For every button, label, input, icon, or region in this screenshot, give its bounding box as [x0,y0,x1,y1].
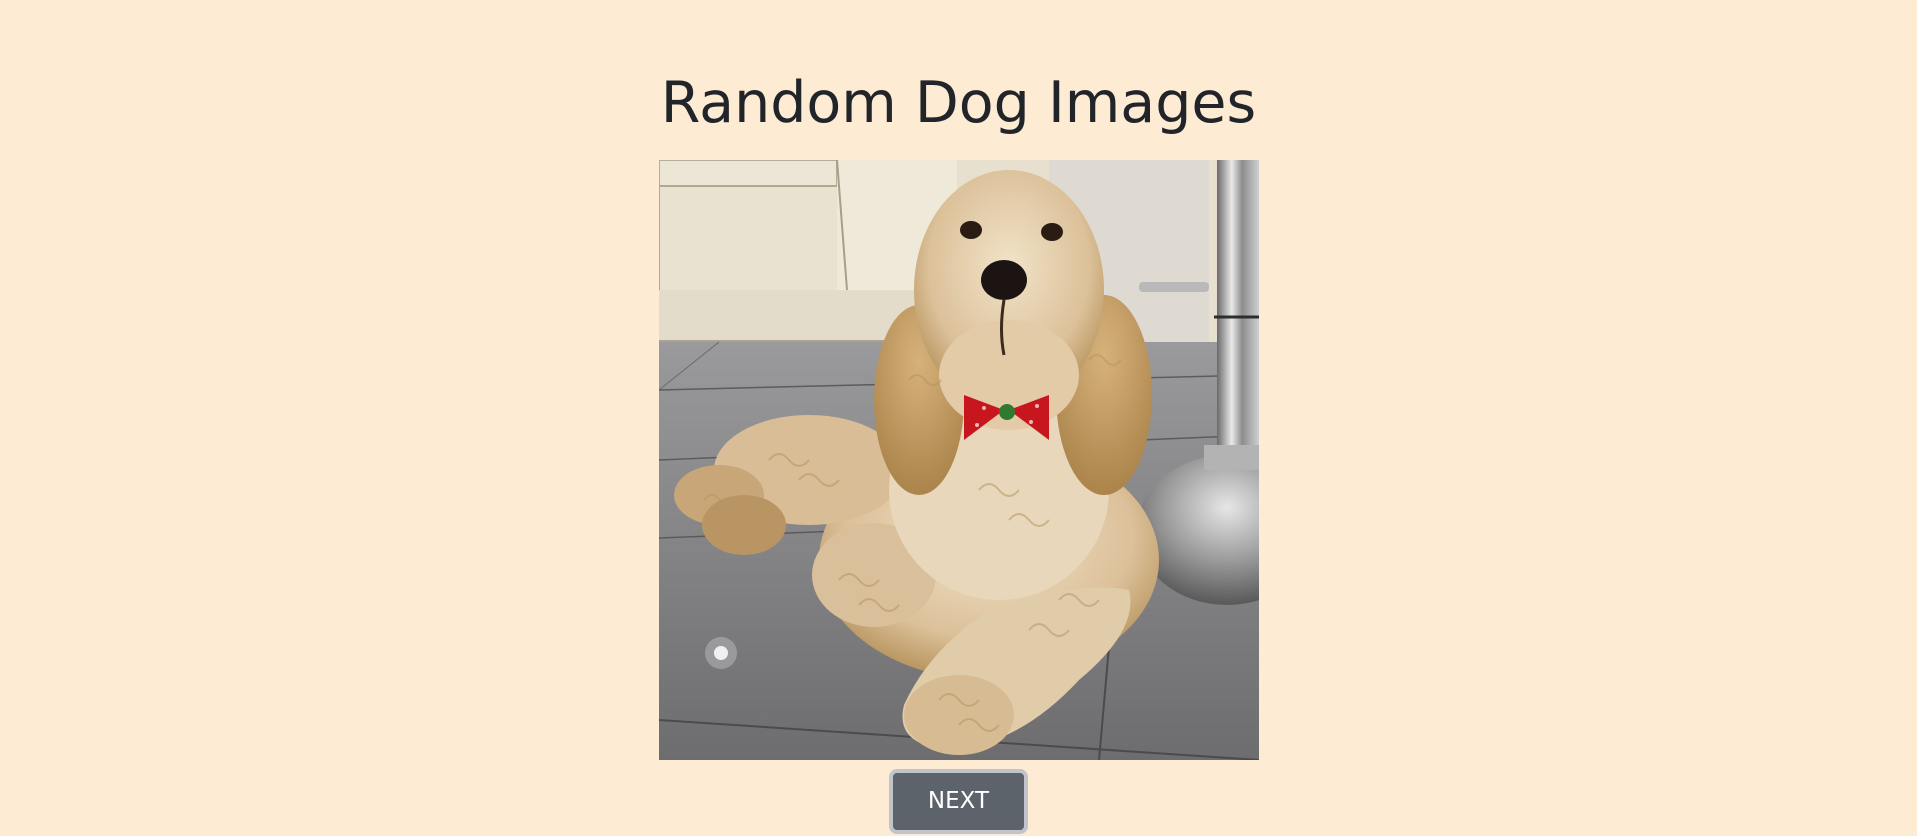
next-button[interactable]: NEXT [889,769,1028,834]
dog-image [659,160,1259,760]
page-title: Random Dog Images [660,70,1257,136]
